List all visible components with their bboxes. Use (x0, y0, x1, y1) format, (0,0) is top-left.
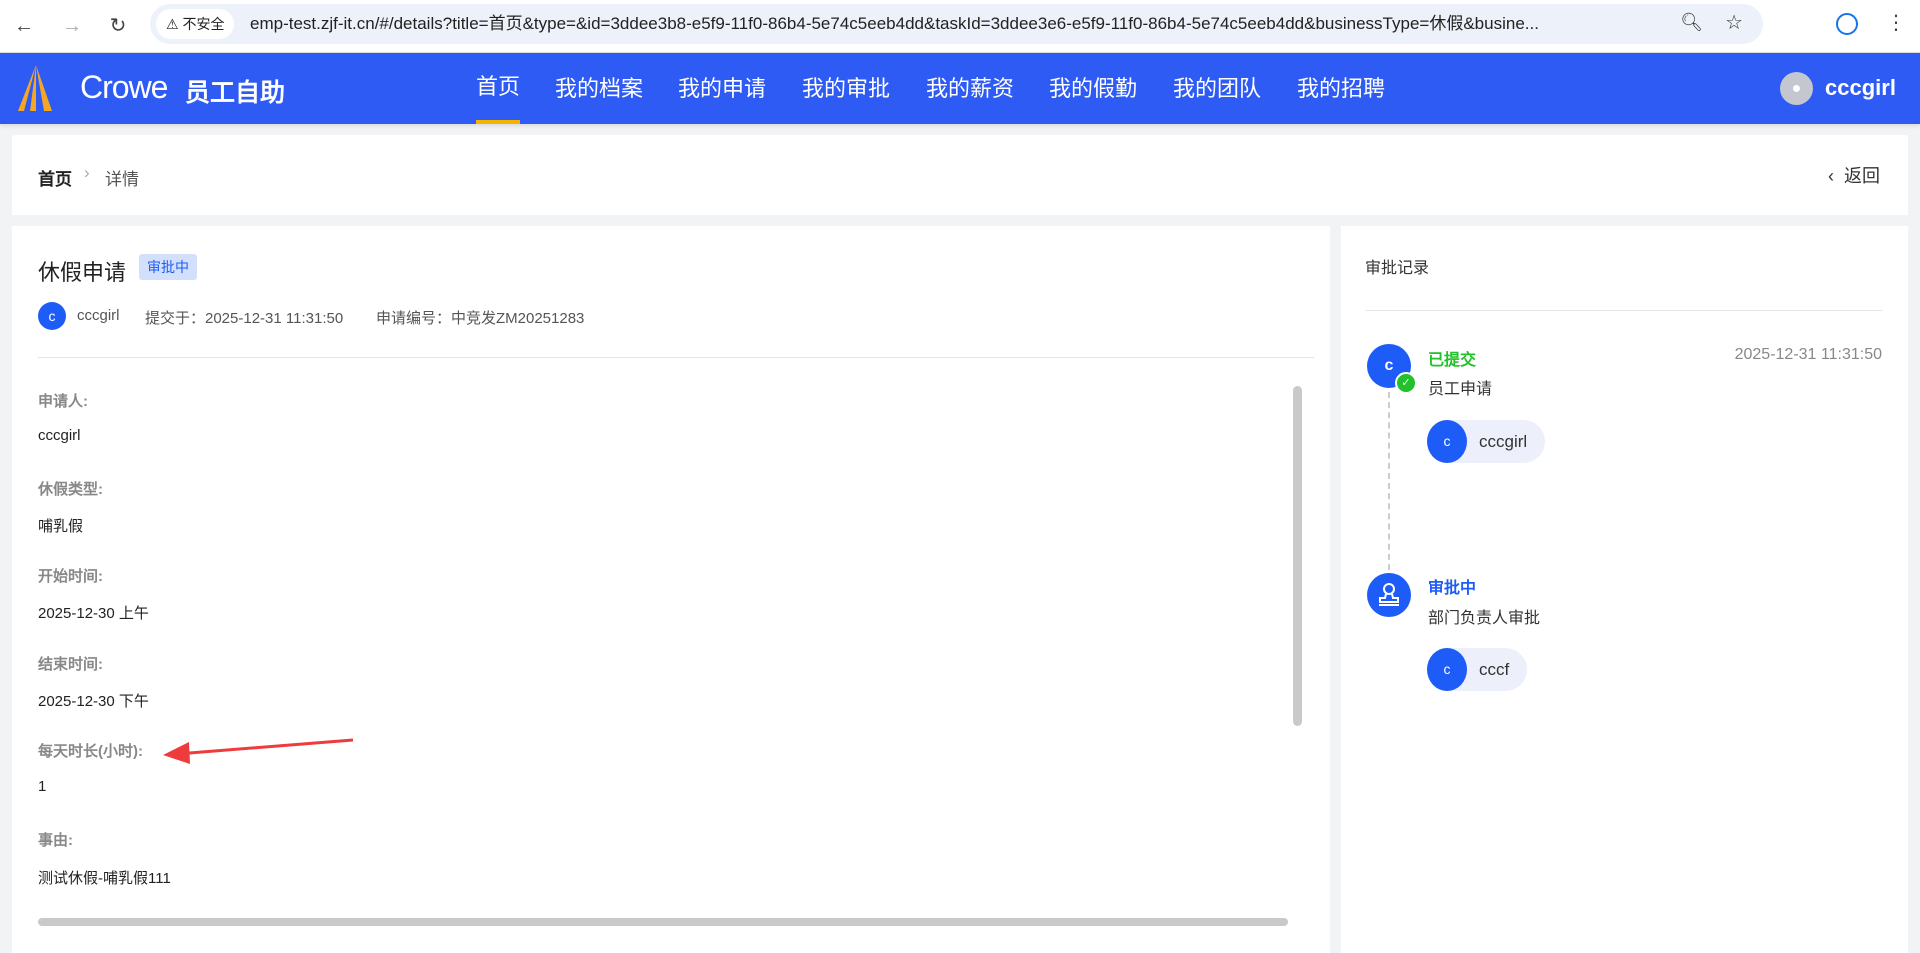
divider (38, 357, 1314, 358)
nav-approvals[interactable]: 我的审批 (802, 53, 890, 124)
security-indicator[interactable]: ⚠ 不安全 (156, 9, 235, 39)
application-number: 申请编号：中竞发ZM20251283 (376, 310, 585, 327)
crowe-logo-icon (18, 65, 52, 111)
field-value: 2025-12-30 上午 (38, 605, 149, 622)
step-time: 2025-12-31 11:31:50 (1734, 346, 1882, 363)
stamp-icon (1367, 573, 1411, 617)
applicant-avatar: c (38, 302, 66, 330)
step-node: 员工申请 (1428, 381, 1493, 398)
divider (1366, 310, 1882, 311)
applicant-name: cccgirl (77, 307, 120, 324)
vertical-scrollbar[interactable] (1293, 386, 1302, 726)
status-badge: 审批中 (139, 254, 197, 280)
browser-toolbar: ← → ↻ ⚠ 不安全 emp-test.zjf-it.cn/#/details… (0, 0, 1920, 53)
nav-recruit[interactable]: 我的招聘 (1297, 53, 1385, 124)
breadcrumb-current: 详情 (105, 170, 139, 189)
nav-salary[interactable]: 我的薪资 (926, 53, 1014, 124)
submit-time: 提交于：2025-12-31 11:31:50 (145, 310, 344, 327)
star-icon[interactable]: ☆ (1725, 10, 1743, 35)
step-status: 已提交 (1428, 352, 1477, 369)
logo-text: Crowe (80, 69, 168, 105)
nav-attendance[interactable]: 我的假勤 (1049, 53, 1137, 124)
approval-title: 审批记录 (1365, 260, 1430, 277)
field-label: 结束时间: (38, 656, 103, 673)
user-chip-name: cccgirl (1479, 432, 1528, 451)
check-icon: ✓ (1395, 372, 1417, 394)
horizontal-scrollbar[interactable] (38, 918, 1288, 926)
user-chip: c cccgirl (1427, 420, 1546, 463)
forward-arrow-icon[interactable]: → (58, 12, 86, 40)
zoom-icon[interactable]: 🔍︎ (1680, 12, 1703, 33)
field-value: 哺乳假 (38, 518, 84, 535)
app-name: 员工自助 (185, 79, 286, 107)
detail-panel: 休假申请 审批中 c cccgirl 提交于：2025-12-31 11:31:… (12, 226, 1330, 953)
field-label: 每天时长(小时): (38, 743, 143, 760)
profile-icon[interactable] (1836, 13, 1858, 35)
breadcrumb-home[interactable]: 首页 (38, 165, 72, 190)
chevron-left-icon: ‹ (1828, 166, 1834, 186)
step-node: 部门负责人审批 (1428, 610, 1541, 627)
timeline-line (1388, 392, 1390, 570)
nav-profile[interactable]: 我的档案 (555, 53, 643, 124)
back-arrow-icon[interactable]: ← (10, 12, 38, 40)
field-value: 测试休假-哺乳假111 (38, 870, 171, 887)
address-bar[interactable]: ⚠ 不安全 emp-test.zjf-it.cn/#/details?title… (150, 4, 1763, 44)
security-label: 不安全 (182, 16, 225, 32)
reload-icon[interactable]: ↻ (104, 12, 132, 40)
username[interactable]: cccgirl (1825, 75, 1896, 101)
field-label: 开始时间: (38, 568, 103, 585)
user-chip: c cccf (1427, 648, 1528, 691)
field-value: cccgirl (38, 427, 81, 444)
nav-applications[interactable]: 我的申请 (678, 53, 766, 124)
red-arrow-annotation-icon (163, 738, 354, 764)
back-label: 返回 (1844, 166, 1881, 186)
field-value: 2025-12-30 下午 (38, 693, 149, 710)
user-avatar-icon[interactable]: ● (1780, 72, 1813, 105)
back-button[interactable]: ‹ 返回 (1828, 162, 1880, 188)
page-title: 休假申请 (38, 260, 127, 285)
top-nav: Crowe 员工自助 首页 我的档案 我的申请 我的审批 我的薪资 我的假勤 我… (0, 53, 1920, 124)
field-value: 1 (38, 778, 47, 795)
breadcrumb: 首页 › 详情 ‹ 返回 (12, 135, 1908, 215)
user-chip-avatar: c (1427, 648, 1467, 691)
url-text[interactable]: emp-test.zjf-it.cn/#/details?title=首页&ty… (250, 4, 1550, 44)
user-chip-avatar: c (1427, 420, 1467, 463)
field-label: 申请人: (38, 393, 88, 410)
menu-dots-icon[interactable]: ⋮ (1886, 10, 1906, 35)
nav-home[interactable]: 首页 (476, 53, 521, 124)
field-label: 事由: (38, 832, 73, 849)
chevron-right-icon: › (84, 163, 90, 182)
nav-team[interactable]: 我的团队 (1173, 53, 1261, 124)
step-status: 审批中 (1428, 580, 1477, 597)
user-chip-name: cccf (1479, 660, 1510, 679)
field-label: 休假类型: (38, 481, 103, 498)
approval-panel: 审批记录 c ✓ 已提交 2025-12-31 11:31:50 员工申请 c … (1341, 226, 1908, 953)
